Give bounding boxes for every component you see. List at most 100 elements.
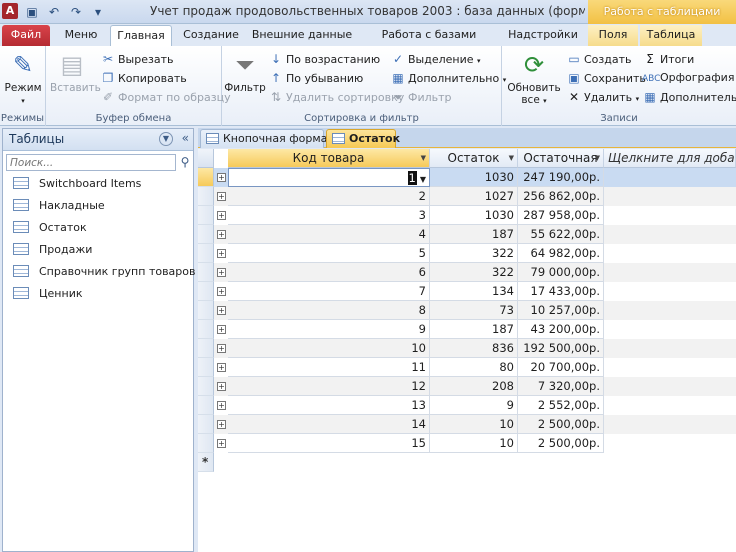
table-row[interactable]: +13 9 2 552,00р. <box>198 396 736 415</box>
cell-stock[interactable]: 836 <box>430 339 518 358</box>
redo-icon[interactable]: ↷ <box>68 4 84 20</box>
cut-button[interactable]: ✂ Вырезать <box>100 50 174 68</box>
chevron-down-icon[interactable]: ▼ <box>509 149 514 167</box>
cell-stock[interactable]: 134 <box>430 282 518 301</box>
spelling-button[interactable]: ABCОрфография <box>642 69 734 87</box>
record-selector[interactable]: * <box>198 453 214 472</box>
save-record-button[interactable]: ▣ Сохранить <box>566 69 646 87</box>
cell-stock[interactable]: 322 <box>430 263 518 282</box>
table-row[interactable]: +14 10 2 500,00р. <box>198 415 736 434</box>
cell-residual-value[interactable]: 192 500,00р. <box>518 339 604 358</box>
toggle-filter-button[interactable]: ⏷ Фильтр <box>390 88 451 106</box>
table-row[interactable]: +4 187 55 622,00р. <box>198 225 736 244</box>
doctab-switchboard-form[interactable]: Кнопочная форма <box>200 129 327 148</box>
cell-product-code[interactable]: 11 <box>228 358 430 377</box>
doctab-stock[interactable]: Остаток <box>326 129 400 148</box>
cell-stock[interactable]: 10 <box>430 434 518 453</box>
nav-item-product-groups[interactable]: Справочник групп товаров <box>13 262 196 282</box>
table-row[interactable]: +10 836 192 500,00р. <box>198 339 736 358</box>
expand-subdatasheet-icon[interactable]: + <box>217 230 226 239</box>
nav-item-price-tag[interactable]: Ценник <box>13 284 82 304</box>
expand-subdatasheet-icon[interactable]: + <box>217 306 226 315</box>
copy-button[interactable]: ❐ Копировать <box>100 69 187 87</box>
cell-residual-value[interactable]: 2 500,00р. <box>518 434 604 453</box>
new-record-row[interactable]: * <box>198 453 736 472</box>
record-selector[interactable] <box>198 358 214 377</box>
record-selector[interactable] <box>198 263 214 282</box>
cell-product-code[interactable]: 4 <box>228 225 430 244</box>
filter-button[interactable]: ⏷ Фильтр <box>224 50 266 94</box>
tab-addins[interactable]: Надстройки <box>504 25 582 46</box>
cell-stock[interactable]: 322 <box>430 244 518 263</box>
cell-product-code[interactable]: 14 <box>228 415 430 434</box>
tab-external-data[interactable]: Внешние данные <box>250 25 354 46</box>
table-row[interactable]: +3 1030 287 958,00р. <box>198 206 736 225</box>
cell-residual-value[interactable]: 247 190,00р. <box>518 168 604 187</box>
record-selector[interactable] <box>198 396 214 415</box>
table-row[interactable]: +11 80 20 700,00р. <box>198 358 736 377</box>
delete-record-button[interactable]: ✕ Удалить ▾ <box>566 88 639 106</box>
cell-product-code[interactable]: 9 <box>228 320 430 339</box>
record-selector[interactable] <box>198 301 214 320</box>
cell-residual-value[interactable]: 7 320,00р. <box>518 377 604 396</box>
sort-descending-button[interactable]: ↑ По убыванию <box>268 69 363 87</box>
cell-stock[interactable]: 1027 <box>430 187 518 206</box>
cell-product-code[interactable]: 2 <box>228 187 430 206</box>
expand-subdatasheet-icon[interactable]: + <box>217 382 226 391</box>
cell-product-code[interactable]: 13 <box>228 396 430 415</box>
remove-sort-button[interactable]: ⇅ Удалить сортировку <box>268 88 404 106</box>
new-record-button[interactable]: ▭ Создать <box>566 50 631 68</box>
cell-product-code[interactable]: 8 <box>228 301 430 320</box>
record-selector[interactable] <box>198 225 214 244</box>
tab-fields[interactable]: Поля <box>588 25 638 46</box>
record-selector[interactable] <box>198 244 214 263</box>
cell-residual-value[interactable]: 17 433,00р. <box>518 282 604 301</box>
cell-stock[interactable]: 73 <box>430 301 518 320</box>
cell-stock[interactable]: 187 <box>430 320 518 339</box>
record-selector[interactable] <box>198 282 214 301</box>
nav-item-invoices[interactable]: Накладные <box>13 196 105 216</box>
advanced-filter-button[interactable]: ▦ Дополнительно ▾ <box>390 69 506 87</box>
nav-item-stock[interactable]: Остаток <box>13 218 87 238</box>
nav-search-input[interactable] <box>6 154 176 171</box>
expand-subdatasheet-icon[interactable]: + <box>217 401 226 410</box>
selection-filter-button[interactable]: ✓ Выделение ▾ <box>390 50 481 68</box>
table-row[interactable]: +5 322 64 982,00р. <box>198 244 736 263</box>
record-selector[interactable] <box>198 187 214 206</box>
cell-residual-value[interactable]: 43 200,00р. <box>518 320 604 339</box>
customize-icon[interactable]: ▾ <box>90 4 106 20</box>
expand-subdatasheet-icon[interactable]: + <box>217 268 226 277</box>
cell-residual-value[interactable]: 2 552,00р. <box>518 396 604 415</box>
record-selector[interactable] <box>198 434 214 453</box>
tab-menu[interactable]: Меню <box>56 25 106 46</box>
record-selector[interactable] <box>198 377 214 396</box>
chevron-down-icon[interactable]: ▼ <box>159 132 173 146</box>
cell-stock[interactable]: 208 <box>430 377 518 396</box>
refresh-all-button[interactable]: ⟳ Обновить все ▾ <box>506 50 562 106</box>
expand-subdatasheet-icon[interactable]: + <box>217 287 226 296</box>
cell-stock[interactable]: 80 <box>430 358 518 377</box>
select-all-corner[interactable] <box>198 149 214 168</box>
expand-subdatasheet-icon[interactable]: + <box>217 420 226 429</box>
cell-residual-value[interactable]: 55 622,00р. <box>518 225 604 244</box>
table-row[interactable]: +1 ▼ 1030 247 190,00р. <box>198 168 736 187</box>
cell-product-code[interactable]: 7 <box>228 282 430 301</box>
totals-button[interactable]: Σ Итоги <box>642 50 694 68</box>
tab-create[interactable]: Создание <box>178 25 244 46</box>
record-selector[interactable] <box>198 320 214 339</box>
column-header-add-field[interactable]: Щелкните для добавл <box>604 149 736 168</box>
expand-subdatasheet-icon[interactable]: + <box>217 173 226 182</box>
cell-stock[interactable]: 10 <box>430 415 518 434</box>
nav-item-sales[interactable]: Продажи <box>13 240 92 260</box>
expand-subdatasheet-icon[interactable]: + <box>217 211 226 220</box>
table-row[interactable]: +9 187 43 200,00р. <box>198 320 736 339</box>
table-row[interactable]: +7 134 17 433,00р. <box>198 282 736 301</box>
cell-residual-value[interactable]: 256 862,00р. <box>518 187 604 206</box>
table-row[interactable]: +2 1027 256 862,00р. <box>198 187 736 206</box>
save-icon[interactable]: ▣ <box>24 4 40 20</box>
table-row[interactable]: +6 322 79 000,00р. <box>198 263 736 282</box>
table-row[interactable]: +15 10 2 500,00р. <box>198 434 736 453</box>
collapse-icon[interactable]: « <box>182 131 189 145</box>
chevron-down-icon[interactable]: ▼ <box>595 149 600 167</box>
record-selector[interactable] <box>198 415 214 434</box>
